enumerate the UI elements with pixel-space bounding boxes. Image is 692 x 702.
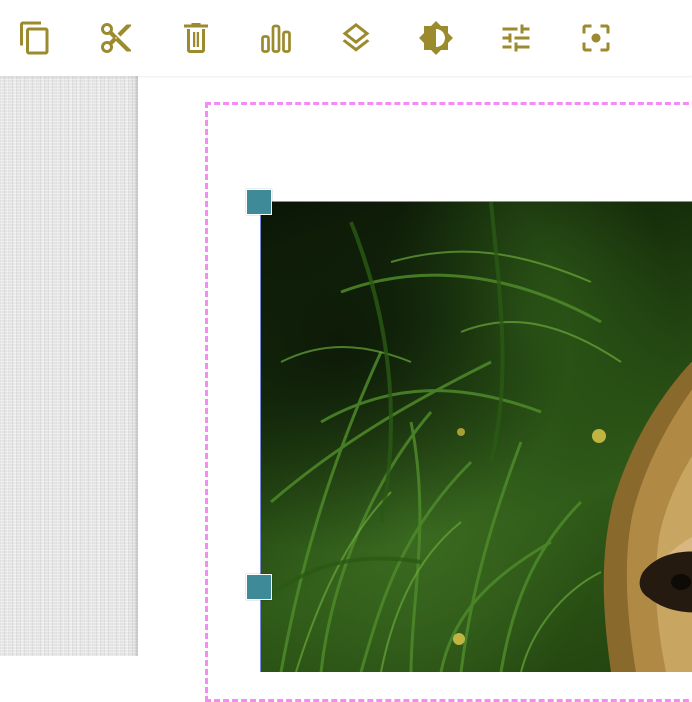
chart-button[interactable] — [256, 18, 296, 58]
side-panel-background — [0, 76, 138, 656]
layers-icon — [342, 23, 370, 52]
focus-button[interactable] — [576, 18, 616, 58]
resize-handle-middle-left[interactable] — [246, 574, 272, 600]
trash-icon — [184, 23, 208, 53]
delete-button[interactable] — [176, 18, 216, 58]
brightness-button[interactable] — [416, 18, 456, 58]
resize-handle-top-left[interactable] — [246, 189, 272, 215]
toolbar — [0, 0, 692, 76]
lion-photo-art — [261, 202, 692, 672]
cut-button[interactable] — [96, 18, 136, 58]
sliders-icon — [502, 24, 530, 52]
adjust-button[interactable] — [496, 18, 536, 58]
scissors-icon — [101, 23, 131, 53]
lion-photo[interactable] — [260, 201, 692, 672]
copy-icon — [20, 21, 49, 55]
copy-button[interactable] — [15, 18, 55, 58]
bar-chart-icon — [261, 24, 291, 53]
brightness-icon — [419, 21, 453, 55]
layers-button[interactable] — [336, 18, 376, 58]
focus-icon — [582, 24, 610, 52]
